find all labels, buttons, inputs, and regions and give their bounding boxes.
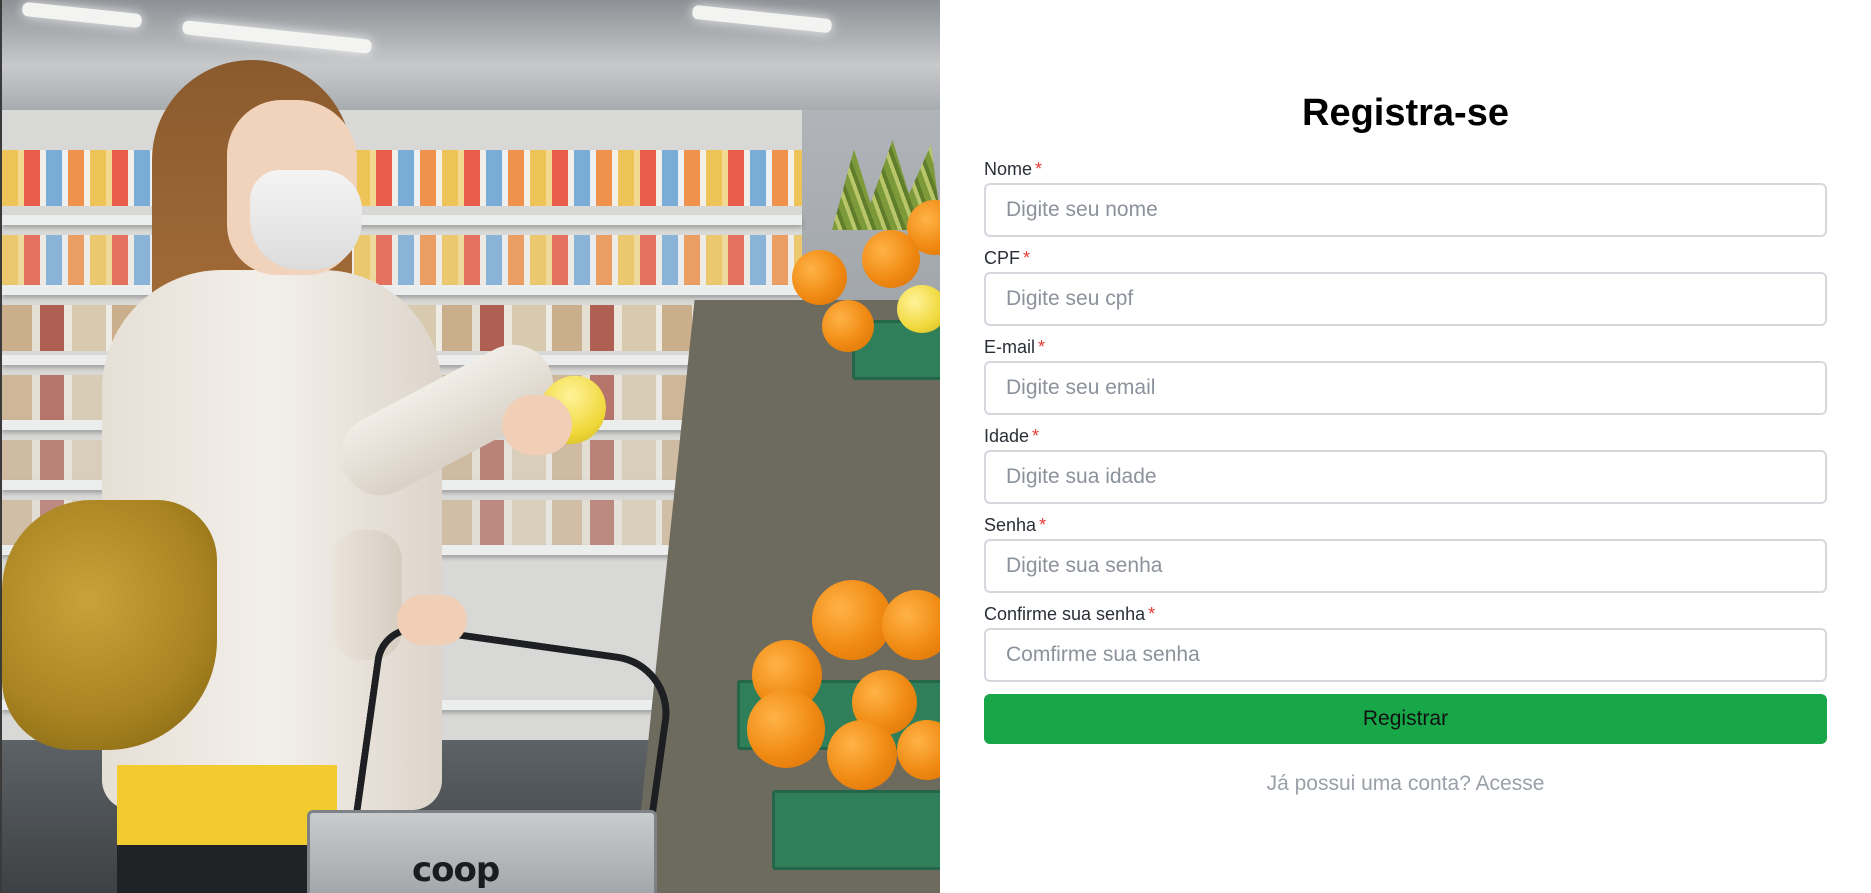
bottles-row bbox=[2, 235, 802, 291]
nome-input[interactable] bbox=[984, 183, 1827, 237]
register-page: coop Registra-se Nome* CPF* E-mail* Idad… bbox=[0, 0, 1871, 893]
orange bbox=[822, 300, 874, 352]
field-nome: Nome * bbox=[984, 157, 1827, 237]
field-idade: Idade * bbox=[984, 424, 1827, 504]
required-asterisk: * bbox=[1148, 604, 1156, 624]
field-email: E-mail * bbox=[984, 335, 1827, 415]
field-senha: Senha * bbox=[984, 513, 1827, 593]
field-confirm: Confirme sua senha * bbox=[984, 602, 1827, 682]
field-label-idade: Idade * bbox=[984, 426, 1040, 446]
basket-brand-logo: coop bbox=[412, 850, 500, 890]
email-input[interactable] bbox=[984, 361, 1827, 415]
dark-pants bbox=[117, 845, 337, 893]
field-label-confirm: Confirme sua senha * bbox=[984, 604, 1156, 624]
bottles-row bbox=[2, 150, 802, 206]
face-mask bbox=[250, 170, 362, 270]
fruit-crate bbox=[772, 790, 940, 870]
idade-input[interactable] bbox=[984, 450, 1827, 504]
required-asterisk: * bbox=[1032, 426, 1040, 446]
confirm-password-input[interactable] bbox=[984, 628, 1827, 682]
login-link[interactable]: Já possui uma conta? Acesse bbox=[940, 772, 1871, 796]
cpf-input[interactable] bbox=[984, 272, 1827, 326]
register-button[interactable]: Registrar bbox=[984, 694, 1827, 744]
register-form: Registra-se Nome* CPF* E-mail* Idade* Se… bbox=[940, 0, 1871, 893]
yellow-shirt bbox=[117, 765, 337, 845]
field-label-cpf: CPF * bbox=[984, 248, 1031, 268]
field-label-nome: Nome * bbox=[984, 159, 1043, 179]
required-asterisk: * bbox=[1038, 337, 1046, 357]
required-asterisk: * bbox=[1035, 159, 1043, 179]
field-label-senha: Senha * bbox=[984, 515, 1047, 535]
grocery-shopping-photo: coop bbox=[0, 0, 940, 893]
orange bbox=[862, 230, 920, 288]
password-input[interactable] bbox=[984, 539, 1827, 593]
woman-hand bbox=[502, 395, 572, 455]
shelf bbox=[2, 285, 802, 295]
orange bbox=[747, 690, 825, 768]
field-cpf: CPF * bbox=[984, 246, 1827, 326]
orange bbox=[827, 720, 897, 790]
orange bbox=[792, 250, 847, 305]
shoulder-bag bbox=[2, 500, 217, 750]
woman-hand bbox=[397, 595, 467, 645]
orange bbox=[812, 580, 892, 660]
lemon bbox=[897, 285, 940, 333]
field-label-email: E-mail * bbox=[984, 337, 1046, 357]
required-asterisk: * bbox=[1039, 515, 1047, 535]
page-title: Registra-se bbox=[1302, 92, 1509, 134]
shelf bbox=[2, 215, 802, 225]
required-asterisk: * bbox=[1023, 248, 1031, 268]
